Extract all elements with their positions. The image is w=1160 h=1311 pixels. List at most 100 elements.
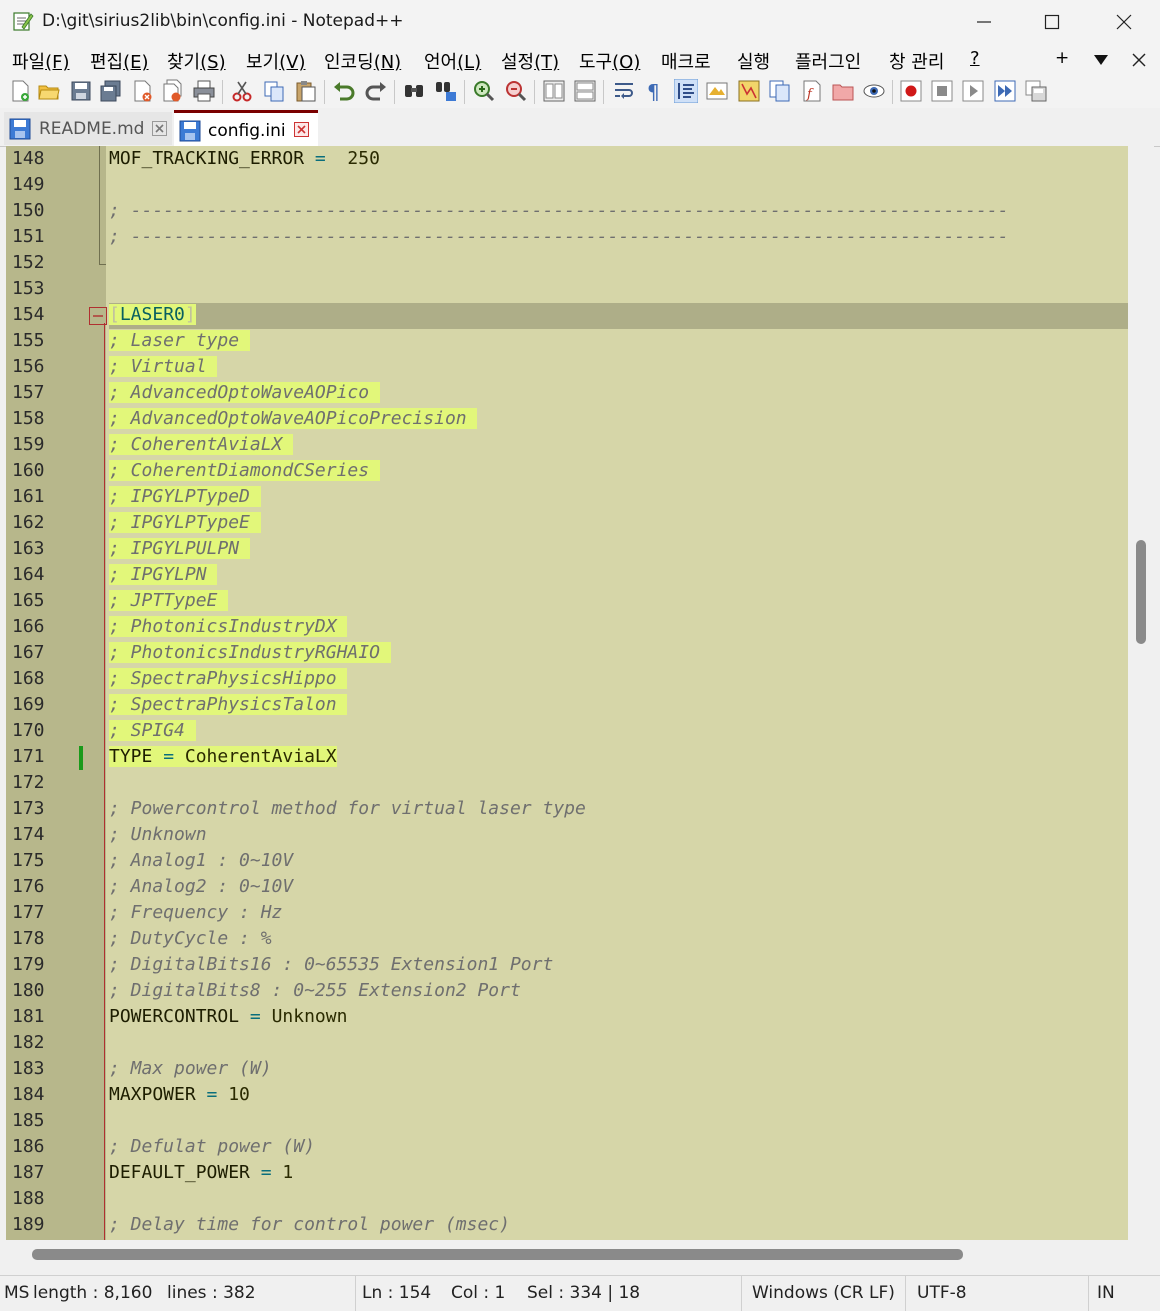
code-line[interactable]: 189 ; Delay time for control power (msec) (6, 1213, 1128, 1239)
code-line[interactable]: 153 (6, 277, 1128, 303)
print-icon[interactable] (192, 79, 216, 103)
run-macro-multiple-icon[interactable] (993, 79, 1017, 103)
menu-help[interactable]: ? (970, 48, 980, 69)
save-macro-icon[interactable] (1024, 79, 1048, 103)
code-line[interactable]: 164 ; IPGYLPN (6, 563, 1128, 589)
zoom-out-icon[interactable] (504, 79, 528, 103)
tab-readme[interactable]: README.md (4, 112, 172, 145)
document-map-icon[interactable] (737, 79, 761, 103)
menu-view[interactable]: 보기(V) (246, 48, 305, 74)
editor-area[interactable]: 148 MOF_TRACKING_ERROR = 250 149 150 ; -----… (6, 146, 1128, 1240)
sync-vertical-icon[interactable] (542, 79, 566, 103)
play-macro-icon[interactable] (961, 79, 985, 103)
code-line[interactable]: 186 ; Defulat power (W) (6, 1135, 1128, 1161)
code-line[interactable]: 181 POWERCONTROL = Unknown (6, 1005, 1128, 1031)
code-line[interactable]: 148 MOF_TRACKING_ERROR = 250 (6, 147, 1128, 173)
code-line[interactable]: 183 ; Max power (W) (6, 1057, 1128, 1083)
menu-edit[interactable]: 편집(E) (90, 48, 149, 74)
code-line[interactable]: 163 ; IPGYLPULPN (6, 537, 1128, 563)
new-file-icon[interactable] (8, 79, 32, 103)
menu-file[interactable]: 파일(F) (12, 48, 70, 74)
code-line[interactable]: 162 ; IPGYLPTypeE (6, 511, 1128, 537)
code-line[interactable]: 185 (6, 1109, 1128, 1135)
record-macro-icon[interactable] (899, 79, 923, 103)
code-line[interactable]: 187 DEFAULT_POWER = 1 (6, 1161, 1128, 1187)
code-line[interactable]: 174 ; Unknown (6, 823, 1128, 849)
code-line[interactable]: 155 ; Laser type (6, 329, 1128, 355)
open-file-icon[interactable] (37, 79, 61, 103)
code-line[interactable]: 159 ; CoherentAviaLX (6, 433, 1128, 459)
menu-search[interactable]: 찾기(S) (167, 48, 226, 74)
code-line[interactable]: 188 (6, 1187, 1128, 1213)
code-line[interactable]: 182 (6, 1031, 1128, 1057)
fold-collapse-icon[interactable] (89, 307, 107, 325)
minimize-button[interactable] (950, 0, 1018, 44)
close-all-icon[interactable] (161, 79, 185, 103)
code-line[interactable]: 158 ; AdvancedOptoWaveAOPicoPrecision (6, 407, 1128, 433)
replace-icon[interactable] (434, 79, 458, 103)
close-button[interactable] (1090, 0, 1158, 44)
code-line[interactable]: 150 ; -----------------------------------… (6, 199, 1128, 225)
vertical-scroll-thumb[interactable] (1136, 540, 1146, 644)
horizontal-scroll-thumb[interactable] (32, 1249, 963, 1260)
code-line[interactable]: 175 ; Analog1 : 0~10V (6, 849, 1128, 875)
code-line[interactable]: 168 ; SpectraPhysicsHippo (6, 667, 1128, 693)
tab-list-dropdown[interactable] (1092, 48, 1110, 74)
code-line[interactable]: 165 ; JPTTypeE (6, 589, 1128, 615)
tab-close-icon[interactable] (294, 122, 309, 137)
new-tab-plus[interactable]: + (1055, 48, 1069, 68)
code-line[interactable]: 176 ; Analog2 : 0~10V (6, 875, 1128, 901)
menu-run[interactable]: 실행 (737, 48, 770, 74)
paste-icon[interactable] (294, 79, 318, 103)
monitoring-icon[interactable] (862, 79, 886, 103)
stop-record-icon[interactable] (930, 79, 954, 103)
menu-encoding[interactable]: 인코딩(N) (324, 48, 401, 74)
code-line[interactable]: 152 (6, 251, 1128, 277)
code-line[interactable]: 151 ; -----------------------------------… (6, 225, 1128, 251)
find-icon[interactable] (402, 79, 426, 103)
copy-icon[interactable] (262, 79, 286, 103)
menu-macro[interactable]: 매크로 (661, 48, 711, 74)
menu-settings[interactable]: 설정(T) (501, 48, 559, 74)
code-line[interactable]: 160 ; CoherentDiamondCSeries (6, 459, 1128, 485)
indent-guide-icon[interactable] (674, 79, 698, 103)
horizontal-scrollbar[interactable] (6, 1240, 1128, 1270)
code-line[interactable]: 157 ; AdvancedOptoWaveAOPico (6, 381, 1128, 407)
document-list-icon[interactable] (768, 79, 792, 103)
code-line[interactable]: 177 ; Frequency : Hz (6, 901, 1128, 927)
folder-workspace-icon[interactable] (831, 79, 855, 103)
code-line[interactable]: 173 ; Powercontrol method for virtual las… (6, 797, 1128, 823)
undo-icon[interactable] (332, 79, 356, 103)
word-wrap-icon[interactable] (612, 79, 636, 103)
vertical-scrollbar[interactable] (1128, 146, 1154, 1240)
code-line[interactable]: 169 ; SpectraPhysicsTalon (6, 693, 1128, 719)
menu-window[interactable]: 창 관리 (889, 48, 944, 74)
code-line[interactable]: 170 ; SPIG4 (6, 719, 1128, 745)
code-line[interactable]: 154 [LASER0] (12, 303, 1128, 329)
close-file-icon[interactable] (131, 79, 155, 103)
menu-plugins[interactable]: 플러그인 (795, 48, 861, 74)
code-line[interactable]: 161 ; IPGYLPTypeD (6, 485, 1128, 511)
cut-icon[interactable] (230, 79, 254, 103)
code-line[interactable]: 172 (6, 771, 1128, 797)
redo-icon[interactable] (364, 79, 388, 103)
zoom-in-icon[interactable] (472, 79, 496, 103)
code-line[interactable]: 184 MAXPOWER = 10 (6, 1083, 1128, 1109)
function-list-icon[interactable]: f (800, 79, 824, 103)
save-icon[interactable] (69, 79, 93, 103)
tab-config[interactable]: config.ini (174, 110, 318, 148)
code-line[interactable]: 149 (6, 173, 1128, 199)
maximize-button[interactable] (1018, 0, 1086, 44)
menu-tools[interactable]: 도구(O) (579, 48, 640, 74)
user-defined-language-icon[interactable] (705, 79, 729, 103)
code-line[interactable]: 178 ; DutyCycle : % (6, 927, 1128, 953)
code-line[interactable]: 179 ; DigitalBits16 : 0~65535 Extension1 … (6, 953, 1128, 979)
show-all-chars-icon[interactable]: ¶ (642, 79, 666, 103)
code-line[interactable]: 171 TYPE = CoherentAviaLX (6, 745, 1128, 771)
sync-horizontal-icon[interactable] (573, 79, 597, 103)
save-all-icon[interactable] (99, 79, 123, 103)
code-line[interactable]: 156 ; Virtual (6, 355, 1128, 381)
code-line[interactable]: 166 ; PhotonicsIndustryDX (6, 615, 1128, 641)
code-line[interactable]: 167 ; PhotonicsIndustryRGHAIO (6, 641, 1128, 667)
tab-close-icon[interactable] (152, 121, 167, 136)
